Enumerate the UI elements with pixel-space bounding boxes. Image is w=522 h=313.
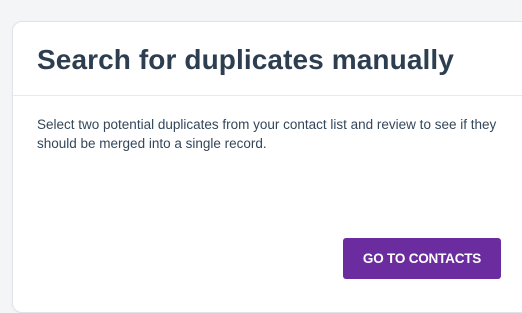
card-title: Search for duplicates manually bbox=[37, 44, 454, 75]
card-header: Search for duplicates manually bbox=[13, 22, 522, 96]
duplicates-card: Search for duplicates manually Select tw… bbox=[12, 21, 522, 313]
go-to-contacts-button[interactable]: GO TO CONTACTS bbox=[343, 238, 501, 279]
card-description: Select two potential duplicates from you… bbox=[37, 117, 497, 151]
